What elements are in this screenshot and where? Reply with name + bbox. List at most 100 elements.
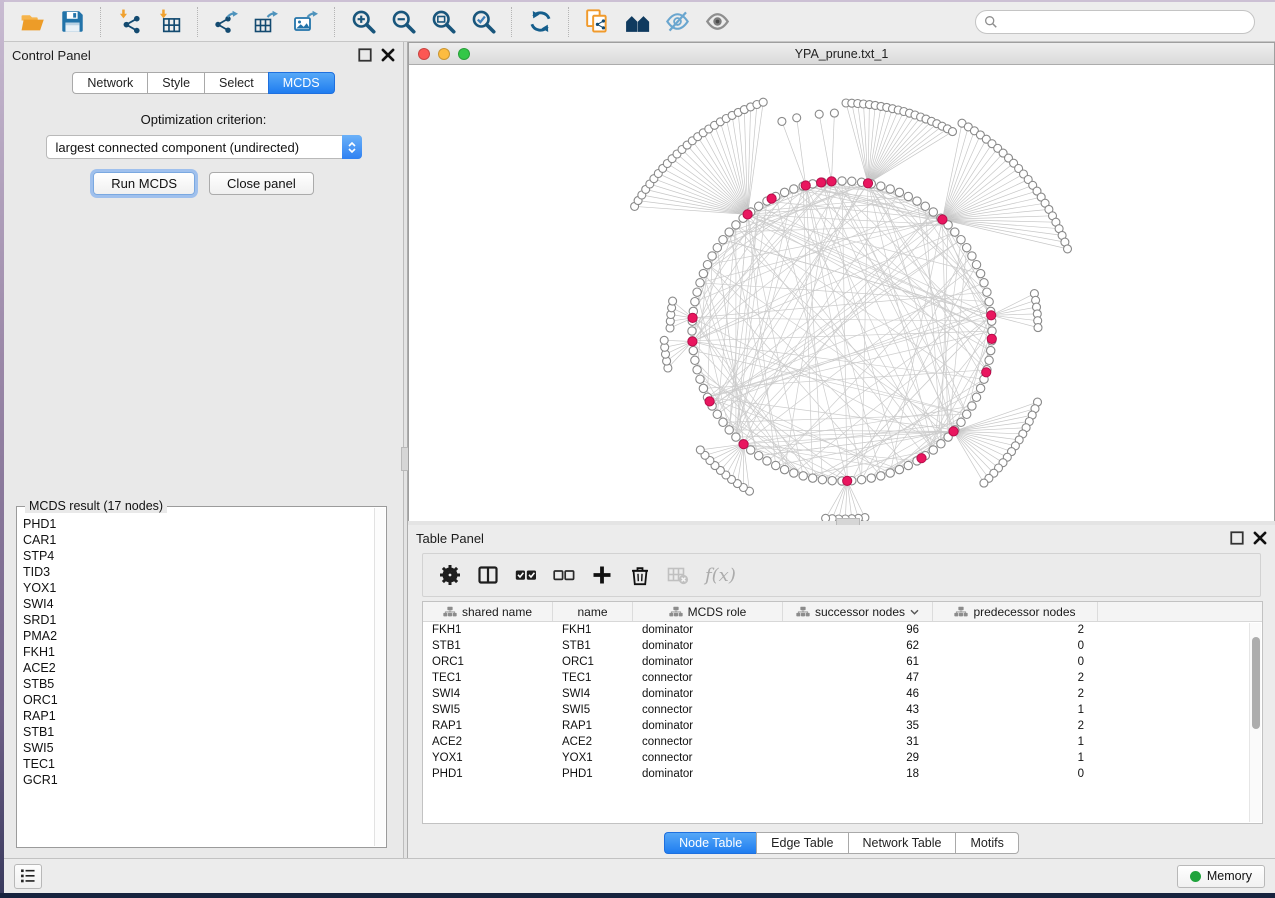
copy-network-button[interactable] xyxy=(577,5,617,39)
table-cell[interactable]: FKH1 xyxy=(423,622,553,638)
tab-network-table[interactable]: Network Table xyxy=(848,832,956,854)
table-cell[interactable]: ACE2 xyxy=(553,734,633,750)
table-settings-button[interactable] xyxy=(431,557,469,593)
table-cell[interactable]: ACE2 xyxy=(423,734,553,750)
tab-edge-table[interactable]: Edge Table xyxy=(756,832,847,854)
tab-node-table[interactable]: Node Table xyxy=(664,832,756,854)
first-neighbors-button[interactable] xyxy=(617,5,657,39)
table-row[interactable]: STB1STB1dominator620 xyxy=(423,638,1262,654)
table-cell[interactable]: 35 xyxy=(783,718,933,734)
column-layout-button[interactable] xyxy=(469,557,507,593)
mcds-result-item[interactable]: SWI5 xyxy=(23,740,374,756)
table-row[interactable]: TEC1TEC1connector472 xyxy=(423,670,1262,686)
table-row[interactable]: ACE2ACE2connector311 xyxy=(423,734,1262,750)
refresh-layout-button[interactable] xyxy=(520,5,560,39)
table-cell[interactable]: 61 xyxy=(783,654,933,670)
table-cell[interactable]: PHD1 xyxy=(423,766,553,782)
mcds-result-item[interactable]: RAP1 xyxy=(23,708,374,724)
table-row[interactable]: SWI5SWI5connector431 xyxy=(423,702,1262,718)
mcds-result-item[interactable]: SRD1 xyxy=(23,612,374,628)
task-history-button[interactable] xyxy=(14,864,42,889)
table-cell[interactable]: YOX1 xyxy=(423,750,553,766)
table-cell[interactable]: RAP1 xyxy=(553,718,633,734)
table-cell[interactable]: PHD1 xyxy=(553,766,633,782)
table-cell[interactable]: 2 xyxy=(933,686,1098,702)
tab-style[interactable]: Style xyxy=(147,72,204,94)
tab-select[interactable]: Select xyxy=(204,72,268,94)
table-cell[interactable]: SWI4 xyxy=(423,686,553,702)
select-all-button[interactable] xyxy=(507,557,545,593)
table-cell[interactable]: 96 xyxy=(783,622,933,638)
mcds-result-item[interactable]: STP4 xyxy=(23,548,374,564)
table-cell[interactable]: dominator xyxy=(633,718,783,734)
table-row[interactable]: RAP1RAP1dominator352 xyxy=(423,718,1262,734)
table-cell[interactable]: ORC1 xyxy=(423,654,553,670)
table-cell[interactable]: dominator xyxy=(633,622,783,638)
mcds-result-item[interactable]: ORC1 xyxy=(23,692,374,708)
network-canvas[interactable] xyxy=(409,65,1274,562)
table-cell[interactable]: connector xyxy=(633,702,783,718)
mcds-result-item[interactable]: STB1 xyxy=(23,724,374,740)
zoom-in-button[interactable] xyxy=(343,5,383,39)
mcds-result-item[interactable]: PHD1 xyxy=(23,516,374,532)
save-session-button[interactable] xyxy=(52,5,92,39)
table-cell[interactable]: FKH1 xyxy=(553,622,633,638)
run-mcds-button[interactable]: Run MCDS xyxy=(93,172,195,195)
table-cell[interactable]: SWI5 xyxy=(553,702,633,718)
table-cell[interactable]: connector xyxy=(633,670,783,686)
mcds-result-item[interactable]: TEC1 xyxy=(23,756,374,772)
table-row[interactable]: FKH1FKH1dominator962 xyxy=(423,622,1262,638)
table-cell[interactable]: 46 xyxy=(783,686,933,702)
mcds-result-item[interactable]: GCR1 xyxy=(23,772,374,788)
mcds-result-item[interactable]: TID3 xyxy=(23,564,374,580)
search-input[interactable] xyxy=(975,10,1255,34)
table-cell[interactable]: SWI4 xyxy=(553,686,633,702)
table-cell[interactable]: 47 xyxy=(783,670,933,686)
mcds-result-list[interactable]: PHD1CAR1STP4TID3YOX1SWI4SRD1PMA2FKH1ACE2… xyxy=(23,516,374,845)
table-cell[interactable]: 0 xyxy=(933,654,1098,670)
export-image-button[interactable] xyxy=(286,5,326,39)
network-window-titlebar[interactable]: YPA_prune.txt_1 xyxy=(409,43,1274,65)
table-cell[interactable]: 62 xyxy=(783,638,933,654)
table-scrollbar[interactable] xyxy=(1249,623,1261,822)
zoom-out-button[interactable] xyxy=(383,5,423,39)
table-cell[interactable]: 1 xyxy=(933,734,1098,750)
table-cell[interactable]: dominator xyxy=(633,766,783,782)
float-table-panel-button[interactable] xyxy=(1230,531,1244,545)
table-cell[interactable]: 2 xyxy=(933,718,1098,734)
table-cell[interactable]: 31 xyxy=(783,734,933,750)
table-cell[interactable]: dominator xyxy=(633,638,783,654)
table-cell[interactable]: connector xyxy=(633,750,783,766)
mcds-list-scrollbar[interactable] xyxy=(374,508,385,846)
column-header-successor-nodes[interactable]: successor nodes xyxy=(783,602,933,621)
table-cell[interactable]: 1 xyxy=(933,702,1098,718)
table-cell[interactable]: dominator xyxy=(633,654,783,670)
table-cell[interactable]: TEC1 xyxy=(553,670,633,686)
mcds-result-item[interactable]: CAR1 xyxy=(23,532,374,548)
table-cell[interactable]: 1 xyxy=(933,750,1098,766)
table-row[interactable]: PHD1PHD1dominator180 xyxy=(423,766,1262,782)
table-cell[interactable]: 2 xyxy=(933,670,1098,686)
memory-button[interactable]: Memory xyxy=(1177,865,1265,888)
close-panel-action-button[interactable]: Close panel xyxy=(209,172,314,195)
criterion-select[interactable]: largest connected component (undirected) xyxy=(46,135,362,159)
add-column-button[interactable] xyxy=(583,557,621,593)
table-cell[interactable]: 0 xyxy=(933,638,1098,654)
table-cell[interactable]: connector xyxy=(633,734,783,750)
float-panel-button[interactable] xyxy=(358,48,372,62)
import-network-button[interactable] xyxy=(109,5,149,39)
zoom-fit-button[interactable] xyxy=(423,5,463,39)
mcds-result-item[interactable]: SWI4 xyxy=(23,596,374,612)
export-network-button[interactable] xyxy=(206,5,246,39)
table-cell[interactable]: 0 xyxy=(933,766,1098,782)
column-header-predecessor-nodes[interactable]: predecessor nodes xyxy=(933,602,1098,621)
column-header-MCDS-role[interactable]: MCDS role xyxy=(633,602,783,621)
table-cell[interactable]: STB1 xyxy=(553,638,633,654)
mcds-result-item[interactable]: FKH1 xyxy=(23,644,374,660)
table-scrollbar-thumb[interactable] xyxy=(1252,637,1260,729)
mcds-result-item[interactable]: PMA2 xyxy=(23,628,374,644)
deselect-all-button[interactable] xyxy=(545,557,583,593)
table-cell[interactable]: 43 xyxy=(783,702,933,718)
table-cell[interactable]: TEC1 xyxy=(423,670,553,686)
table-cell[interactable]: RAP1 xyxy=(423,718,553,734)
